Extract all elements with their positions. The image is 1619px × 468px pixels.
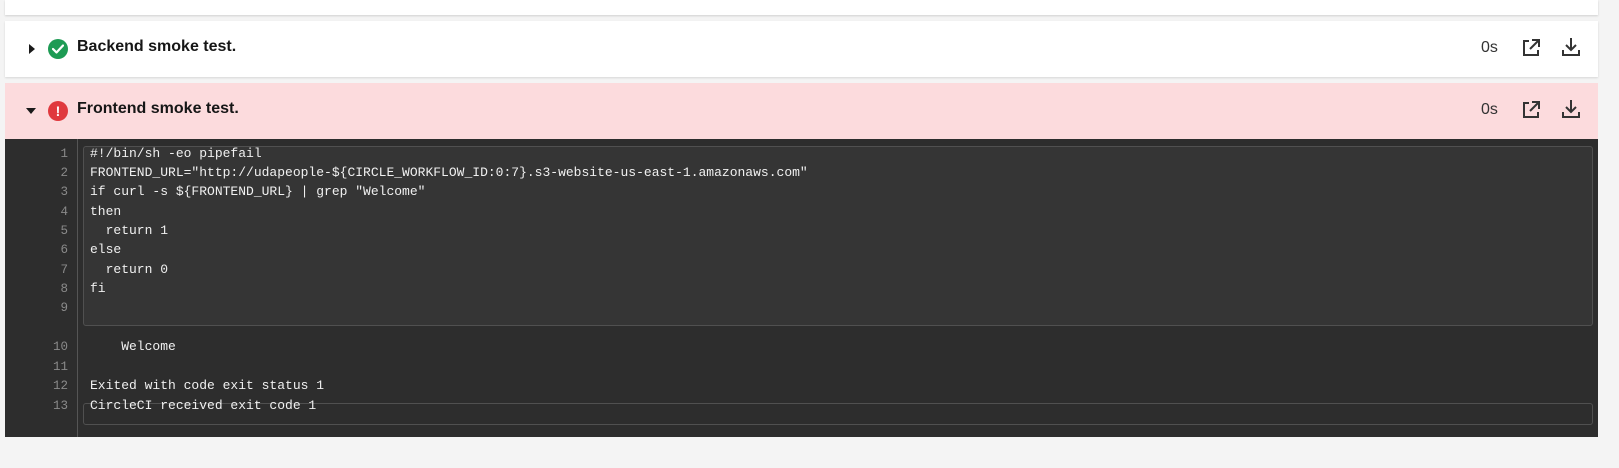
previous-step-card [5, 0, 1598, 15]
code-line: return 1 [90, 223, 169, 238]
caret-down-icon[interactable] [26, 108, 36, 114]
line-number: 5 [60, 224, 68, 238]
line-number: 6 [60, 243, 68, 257]
code-line: FRONTEND_URL="http://udapeople-${CIRCLE_… [90, 165, 808, 180]
code-line: #!/bin/sh -eo pipefail [90, 146, 262, 161]
line-number: 13 [52, 399, 68, 413]
code-line: fi [90, 281, 106, 296]
gutter-divider [77, 139, 78, 437]
step-row-backend-smoke-test[interactable]: Backend smoke test. 0s [5, 21, 1598, 77]
code-line: Welcome [90, 339, 176, 354]
line-number: 2 [60, 166, 68, 180]
terminal-output[interactable]: 1 #!/bin/sh -eo pipefail 2 FRONTEND_URL=… [5, 139, 1598, 437]
line-number: 4 [60, 205, 68, 219]
line-number: 1 [60, 147, 68, 161]
open-in-new-icon[interactable] [1520, 99, 1542, 121]
code-line: then [90, 204, 122, 219]
download-icon[interactable] [1560, 98, 1582, 120]
code-line: if curl -s ${FRONTEND_URL} | grep "Welco… [90, 184, 426, 199]
download-icon[interactable] [1560, 36, 1582, 58]
step-duration: 0s [1481, 39, 1498, 56]
code-line: CircleCI received exit code 1 [90, 398, 317, 413]
caret-right-icon[interactable] [29, 44, 35, 54]
open-in-new-icon[interactable] [1520, 37, 1542, 59]
exclamation-circle-icon: ! [48, 101, 68, 121]
line-number: 12 [52, 379, 68, 393]
step-duration: 0s [1481, 101, 1498, 118]
code-line: else [90, 242, 122, 257]
code-line: Exited with code exit status 1 [90, 378, 325, 393]
line-number: 8 [60, 282, 68, 296]
code-line: return 0 [90, 262, 169, 277]
line-number: 11 [52, 360, 68, 374]
check-circle-icon [48, 39, 68, 59]
line-number: 3 [60, 185, 68, 199]
line-number: 9 [60, 301, 68, 315]
step-title: Backend smoke test. [77, 38, 237, 55]
step-row-frontend-smoke-test[interactable]: ! Frontend smoke test. 0s [5, 83, 1598, 139]
line-number: 7 [60, 263, 68, 277]
line-number: 10 [52, 340, 68, 354]
step-title: Frontend smoke test. [77, 100, 239, 117]
